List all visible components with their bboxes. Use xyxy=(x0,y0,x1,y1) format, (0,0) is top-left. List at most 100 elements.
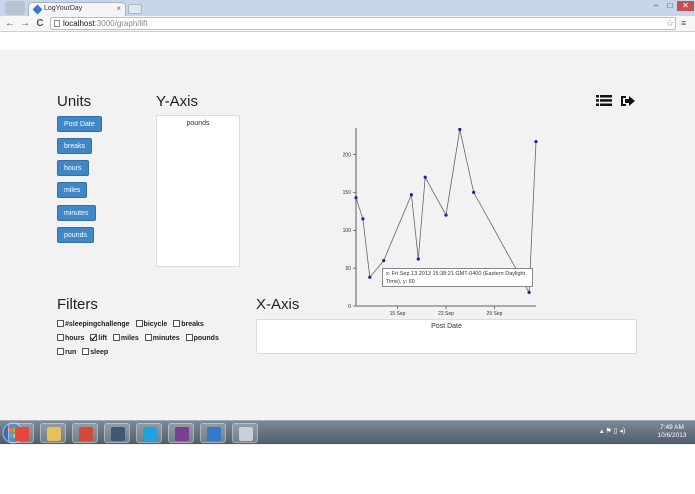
data-point xyxy=(361,217,365,221)
shark-icon xyxy=(207,427,221,441)
y-tick-label: 100 xyxy=(343,228,352,234)
y-tick-label: 200 xyxy=(343,152,352,158)
filter-sleepingchallenge[interactable]: #sleepingchallenge xyxy=(57,320,130,330)
folder-taskbar-button[interactable] xyxy=(40,423,66,443)
git-icon xyxy=(79,427,93,441)
terminal-taskbar-button[interactable] xyxy=(104,423,130,443)
x-tick-label: 29 Sep xyxy=(487,311,503,317)
clock-date: 10/6/2013 xyxy=(657,432,687,439)
filter-checkbox[interactable] xyxy=(57,348,64,355)
url-path: :3000/graph/lift xyxy=(94,19,148,28)
chrome-menu-icon[interactable] xyxy=(5,1,25,15)
y-tick-label: 0 xyxy=(348,304,351,310)
filter-checkbox-checked[interactable] xyxy=(90,334,98,341)
filter-label: breaks xyxy=(181,321,204,328)
chrome-taskbar-button[interactable] xyxy=(8,423,34,443)
units-heading: Units xyxy=(57,93,92,110)
logout-icon[interactable] xyxy=(621,95,635,107)
filter-miles[interactable]: miles xyxy=(112,334,139,344)
app-taskbar-button[interactable] xyxy=(232,423,258,443)
filter-checkbox[interactable] xyxy=(57,334,64,341)
forward-button[interactable]: → xyxy=(19,17,31,30)
filter-checkbox[interactable] xyxy=(135,320,143,327)
skype-icon xyxy=(143,427,157,441)
filter-row: hours lift miles minutes pounds xyxy=(57,334,257,348)
tab-strip: LogYourDay × – □ ✕ xyxy=(0,0,695,16)
app-icon xyxy=(239,427,253,441)
browser-toolbar: ← → C localhost:3000/graph/lift ☆ ≡ xyxy=(0,16,695,32)
bookmark-star-icon[interactable]: ☆ xyxy=(666,18,674,29)
y-tick-label: 50 xyxy=(345,266,351,272)
filter-bicycle[interactable]: bicycle xyxy=(135,320,168,330)
list-icon[interactable] xyxy=(596,95,612,106)
filters-heading: Filters xyxy=(57,296,98,313)
chart-tooltip: x: Fri Sep 13 2013 15:38:21 GMT-0400 (Ea… xyxy=(382,268,533,287)
unit-button-hours[interactable]: hours xyxy=(57,160,89,176)
data-point xyxy=(444,213,448,217)
filter-label: #sleepingchallenge xyxy=(65,321,130,328)
filter-checkbox[interactable] xyxy=(173,320,181,327)
filter-checkbox[interactable] xyxy=(57,320,64,327)
reload-button[interactable]: C xyxy=(34,17,46,30)
clock-time: 7:49 AM xyxy=(660,424,684,431)
data-point xyxy=(527,290,531,294)
taskbar: ▴ ⚑ ▯ ◂) 7:49 AM 10/6/2013 xyxy=(0,420,695,444)
winrar-taskbar-button[interactable] xyxy=(168,423,194,443)
unit-button-post-date[interactable]: Post Date xyxy=(57,116,102,132)
filter-checkbox[interactable] xyxy=(185,334,193,341)
x-tick-label: 15 Sep xyxy=(390,311,406,317)
filter-label: minutes xyxy=(152,335,180,342)
data-point xyxy=(534,140,538,144)
filter-pounds[interactable]: pounds xyxy=(185,334,219,344)
folder-icon xyxy=(47,427,61,441)
data-point xyxy=(368,275,372,279)
unit-button-miles[interactable]: miles xyxy=(57,182,88,198)
shark-taskbar-button[interactable] xyxy=(200,423,226,443)
filter-hours[interactable]: hours xyxy=(57,334,84,344)
close-window-button[interactable]: ✕ xyxy=(677,1,694,11)
unit-button-breaks[interactable]: breaks xyxy=(57,138,93,154)
filters-list: #sleepingchallenge bicycle breaks hours … xyxy=(57,320,257,362)
data-point xyxy=(382,259,386,263)
maximize-button[interactable]: □ xyxy=(663,1,677,11)
yaxis-dropzone[interactable]: pounds xyxy=(156,115,240,267)
data-point xyxy=(354,196,358,200)
filter-label: lift xyxy=(98,335,107,342)
tab-close-icon[interactable]: × xyxy=(116,4,121,13)
tab-favicon-icon xyxy=(32,4,43,15)
page-icon xyxy=(54,20,60,27)
browser-tab[interactable]: LogYourDay × xyxy=(28,2,126,16)
xaxis-selected-unit[interactable]: Post Date xyxy=(257,323,636,330)
filter-minutes[interactable]: minutes xyxy=(144,334,180,344)
filter-breaks[interactable]: breaks xyxy=(173,320,204,330)
filter-label: run xyxy=(65,349,77,356)
system-tray[interactable]: ▴ ⚑ ▯ ◂) xyxy=(600,427,625,435)
url-host: localhost xyxy=(63,19,95,28)
back-button[interactable]: ← xyxy=(4,17,16,30)
browser-menu-icon[interactable]: ≡ xyxy=(681,18,690,28)
filter-checkbox[interactable] xyxy=(112,334,120,341)
y-tick-label: 150 xyxy=(343,190,352,196)
filter-label: bicycle xyxy=(143,321,168,328)
yaxis-selected-unit[interactable]: pounds xyxy=(157,120,239,127)
new-tab-button[interactable] xyxy=(128,4,142,14)
unit-button-pounds[interactable]: pounds xyxy=(57,227,94,243)
filter-lift[interactable]: lift xyxy=(90,334,107,344)
xaxis-dropzone[interactable]: Post Date xyxy=(256,319,637,354)
data-point xyxy=(423,175,427,179)
filter-checkbox[interactable] xyxy=(82,348,90,355)
minimize-button[interactable]: – xyxy=(649,1,663,11)
terminal-icon xyxy=(111,427,125,441)
git-taskbar-button[interactable] xyxy=(72,423,98,443)
filter-label: sleep xyxy=(90,349,109,356)
skype-taskbar-button[interactable] xyxy=(136,423,162,443)
address-bar[interactable]: localhost:3000/graph/lift xyxy=(50,17,676,30)
unit-button-minutes[interactable]: minutes xyxy=(57,205,96,221)
clock[interactable]: 7:49 AM 10/6/2013 xyxy=(652,424,692,440)
chrome-icon xyxy=(15,427,29,441)
app-page: Units Post Date breaks hours miles minut… xyxy=(0,50,695,445)
tab-title: LogYourDay xyxy=(44,5,83,12)
filter-run[interactable]: run xyxy=(57,348,76,358)
filter-checkbox[interactable] xyxy=(144,334,152,341)
filter-sleep[interactable]: sleep xyxy=(82,348,108,358)
